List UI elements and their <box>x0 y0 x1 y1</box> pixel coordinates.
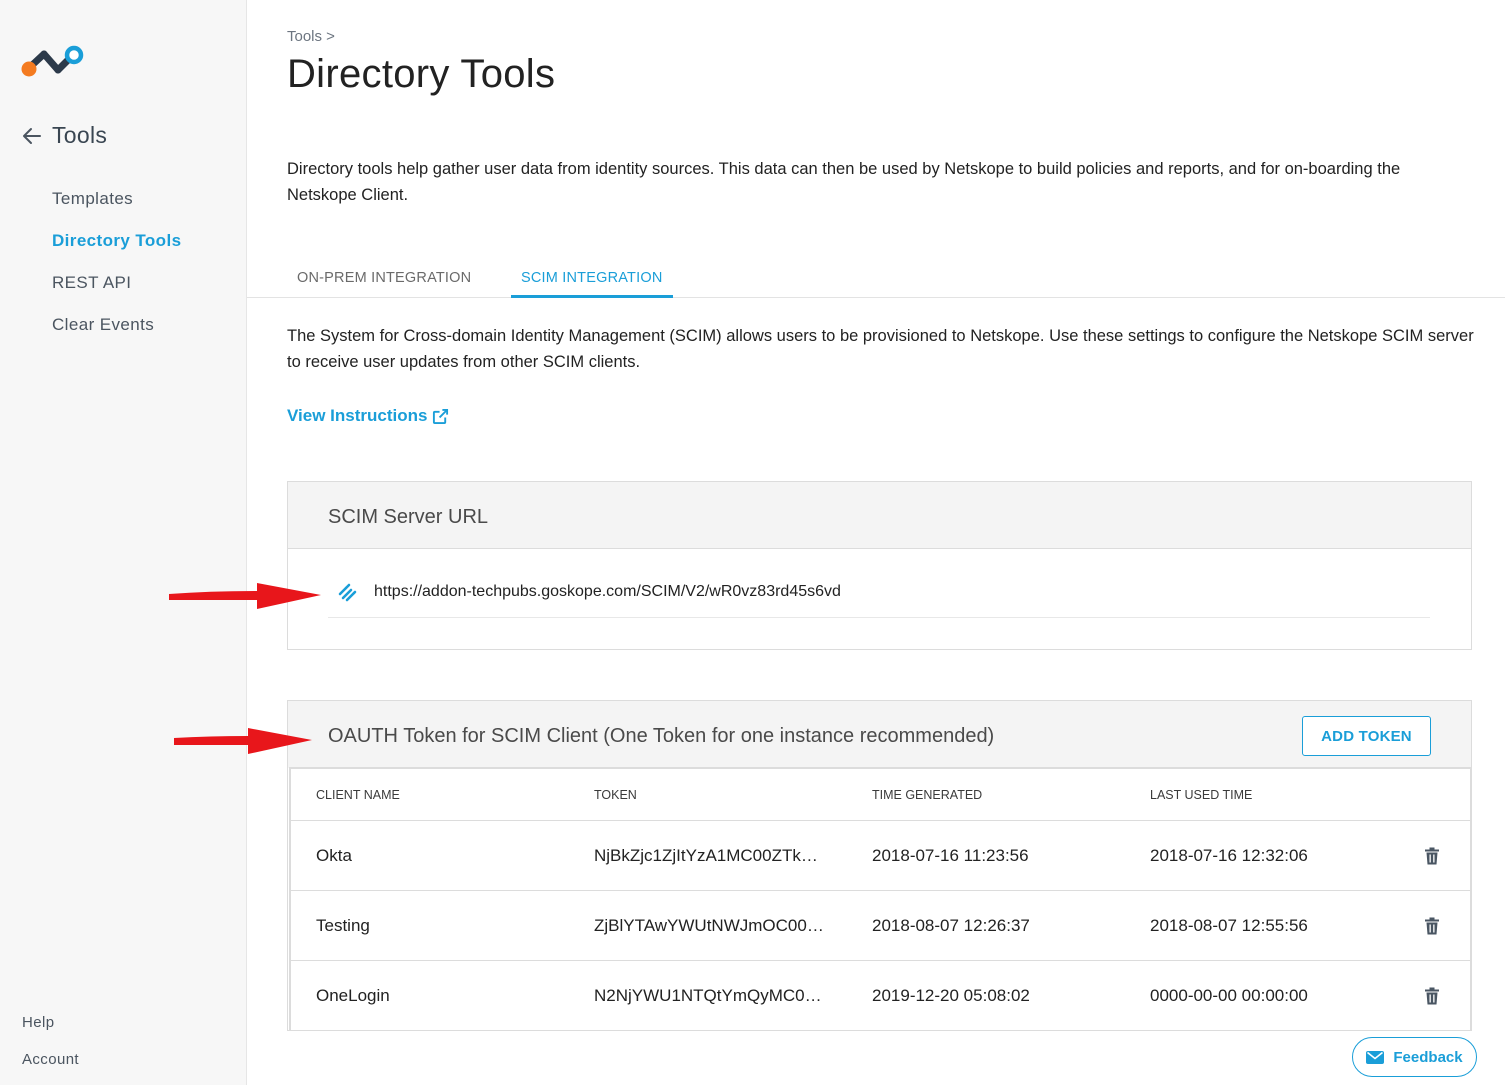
back-to-tools[interactable]: Tools <box>22 122 107 149</box>
row-actions <box>1393 847 1470 865</box>
time-generated-cell: 2019-12-20 05:08:02 <box>872 985 1030 1005</box>
row-actions <box>1393 917 1470 935</box>
sidebar-item-templates[interactable]: Templates <box>52 186 181 228</box>
token-table: CLIENT NAME TOKEN TIME GENERATED LAST US… <box>289 767 1472 1031</box>
column-time-generated[interactable]: TIME GENERATED <box>847 788 1125 802</box>
netskope-logo[interactable] <box>20 44 84 80</box>
time-generated-cell: 2018-08-07 12:26:37 <box>872 915 1030 935</box>
table-row: Testing ZjBlYTAwYWUtNWJmOC00… 2018-08-07… <box>291 891 1470 961</box>
main-content: Tools > Directory Tools Directory tools … <box>247 0 1505 1085</box>
scim-description: The System for Cross-domain Identity Man… <box>287 327 1474 371</box>
last-used-time-cell: 2018-08-07 12:55:56 <box>1150 915 1308 935</box>
column-last-used-time[interactable]: LAST USED TIME <box>1125 788 1393 802</box>
add-token-button[interactable]: ADD TOKEN <box>1302 716 1431 756</box>
tab-scim-integration[interactable]: SCIM INTEGRATION <box>511 262 673 298</box>
scim-server-url-value[interactable]: https://addon-techpubs.goskope.com/SCIM/… <box>374 583 841 601</box>
sidebar-item-help[interactable]: Help <box>22 1012 79 1049</box>
integration-tabs: ON-PREM INTEGRATION SCIM INTEGRATION <box>247 262 1505 298</box>
sidebar-footer: Help Account <box>22 1012 79 1085</box>
mail-icon <box>1366 1050 1385 1064</box>
oauth-token-title: OAUTH Token for SCIM Client (One Token f… <box>328 725 995 747</box>
trash-icon[interactable] <box>1424 987 1440 1005</box>
row-actions <box>1393 987 1470 1005</box>
feedback-button[interactable]: Feedback <box>1352 1037 1477 1077</box>
table-row: Okta NjBkZjc1ZjItYzA1MC00ZTk… 2018-07-16… <box>291 821 1470 891</box>
sidebar-item-clear-events[interactable]: Clear Events <box>52 312 181 354</box>
token-cell[interactable]: N2NjYWU1NTQtYmQyMC0… <box>569 986 847 1006</box>
annotation-arrow-token <box>174 728 312 754</box>
sidebar-item-rest-api[interactable]: REST API <box>52 270 181 312</box>
oauth-token-header: OAUTH Token for SCIM Client (One Token f… <box>288 701 1471 768</box>
scim-server-url-header: SCIM Server URL <box>288 482 1471 549</box>
sidebar-item-account[interactable]: Account <box>22 1049 79 1085</box>
token-cell[interactable]: ZjBlYTAwYWUtNWJmOC00… <box>569 916 847 936</box>
client-name-cell: Testing <box>316 915 370 935</box>
client-name-cell: Okta <box>316 845 352 865</box>
view-instructions-label: View Instructions <box>287 406 428 425</box>
link-icon[interactable] <box>336 581 358 603</box>
sidebar-nav: Templates Directory Tools REST API Clear… <box>52 186 181 354</box>
view-instructions-link[interactable]: View Instructions <box>287 406 449 426</box>
sidebar-title: Tools <box>52 122 108 148</box>
page-title: Directory Tools <box>287 52 556 96</box>
page-description: Directory tools help gather user data fr… <box>287 160 1401 204</box>
sidebar: Tools Templates Directory Tools REST API… <box>0 0 247 1085</box>
scim-server-url-title: SCIM Server URL <box>328 506 489 528</box>
scim-server-url-field[interactable]: https://addon-techpubs.goskope.com/SCIM/… <box>328 582 1430 618</box>
client-name-cell: OneLogin <box>316 985 390 1005</box>
scim-server-url-panel: SCIM Server URL https://addon-techpubs.g… <box>287 481 1472 650</box>
time-generated-cell: 2018-07-16 11:23:56 <box>872 845 1029 865</box>
tab-on-prem-integration[interactable]: ON-PREM INTEGRATION <box>287 262 481 298</box>
last-used-time-cell: 2018-07-16 12:32:06 <box>1150 845 1308 865</box>
oauth-token-panel: OAUTH Token for SCIM Client (One Token f… <box>287 700 1472 1031</box>
sidebar-item-directory-tools[interactable]: Directory Tools <box>52 228 181 270</box>
feedback-label: Feedback <box>1393 1048 1463 1066</box>
last-used-time-cell: 0000-00-00 00:00:00 <box>1150 985 1308 1005</box>
table-row: OneLogin N2NjYWU1NTQtYmQyMC0… 2019-12-20… <box>291 961 1470 1031</box>
column-token[interactable]: TOKEN <box>569 788 847 802</box>
annotation-arrow-url <box>169 583 321 609</box>
back-arrow-icon[interactable] <box>22 126 42 146</box>
trash-icon[interactable] <box>1424 847 1440 865</box>
breadcrumb[interactable]: Tools > <box>287 28 335 45</box>
token-cell[interactable]: NjBkZjc1ZjItYzA1MC00ZTk… <box>569 846 847 866</box>
trash-icon[interactable] <box>1424 917 1440 935</box>
column-client-name[interactable]: CLIENT NAME <box>291 788 569 802</box>
external-link-icon <box>433 408 449 424</box>
token-table-header: CLIENT NAME TOKEN TIME GENERATED LAST US… <box>291 769 1470 821</box>
